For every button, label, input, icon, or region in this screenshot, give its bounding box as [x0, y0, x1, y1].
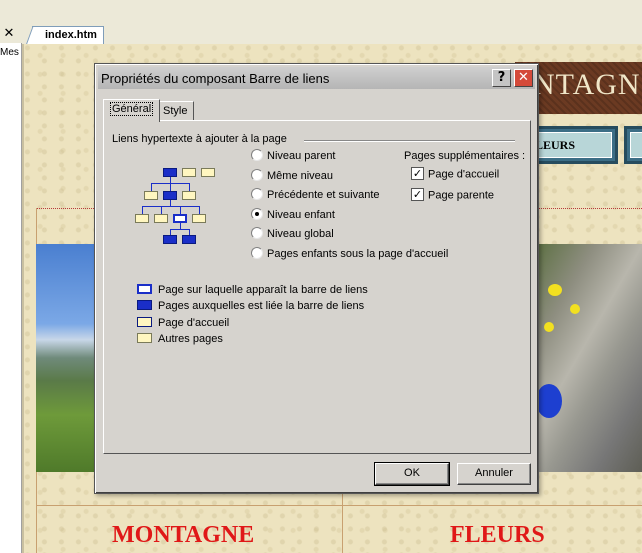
flower-yellow [570, 304, 580, 314]
diagram-connector [142, 206, 143, 214]
diagram-current-page [173, 214, 187, 223]
diagram-other-page [154, 214, 168, 223]
legend-item-linked-pages: Pages auxquelles est liée la barre de li… [137, 300, 364, 314]
diagram-home-page [163, 168, 177, 177]
radio-label: Niveau parent [267, 150, 336, 162]
radio-label: Niveau enfant [267, 209, 335, 221]
nav-button-label: LEURS [535, 138, 576, 152]
checkbox[interactable]: ✓ [411, 188, 424, 201]
cancel-button[interactable]: Annuler [457, 463, 531, 485]
diagram-connector [199, 206, 200, 214]
dialog-tabs: Général Style [103, 99, 531, 122]
flower-blue [536, 384, 562, 418]
folder-list-pane: Mes [0, 43, 22, 553]
group-divider [304, 140, 515, 142]
checkbox-page-parente[interactable]: ✓ Page parente [411, 188, 495, 203]
other-page-icon [137, 333, 152, 344]
radio-button-selected[interactable] [251, 208, 263, 221]
tab-general-label: Général [110, 102, 154, 116]
radio-niveau-enfant[interactable]: Niveau enfant [251, 208, 335, 223]
radio-label: Précédente et suivante [267, 189, 380, 201]
diagram-connector [161, 206, 162, 214]
radio-pages-enfants-accueil[interactable]: Pages enfants sous la page d'accueil [251, 247, 449, 262]
flower-yellow [548, 284, 562, 296]
caption-montagne: MONTAGNE [112, 522, 255, 548]
diagram-other-page [182, 168, 196, 177]
radio-precedente-suivante[interactable]: Précédente et suivante [251, 188, 380, 203]
radio-button[interactable] [251, 227, 263, 240]
legend-item-other-pages: Autres pages [137, 333, 223, 347]
radio-label: Pages enfants sous la page d'accueil [267, 248, 449, 260]
table-border [342, 494, 343, 553]
radio-niveau-parent[interactable]: Niveau parent [251, 149, 336, 164]
diagram-connector [151, 183, 152, 191]
tab-style-label: Style [163, 105, 188, 117]
legend-label: Page d'accueil [158, 317, 230, 329]
radio-label: Niveau global [267, 228, 334, 240]
diagram-other-page [144, 191, 158, 200]
checkbox-label: Page parente [428, 189, 495, 202]
dialog-title-bar[interactable]: Propriétés du composant Barre de liens ?… [98, 67, 535, 89]
diagram-other-page [182, 191, 196, 200]
linked-page-icon [137, 300, 152, 311]
current-page-icon [137, 284, 152, 295]
link-bar-properties-dialog: Propriétés du composant Barre de liens ?… [94, 63, 539, 494]
radio-button[interactable] [251, 149, 263, 162]
supplementary-pages-label: Pages supplémentaires : [404, 150, 526, 162]
checkbox-label: Page d'accueil [428, 168, 500, 181]
tab-general[interactable]: Général [103, 99, 161, 122]
flowers-photo [536, 244, 642, 472]
checkbox[interactable]: ✓ [411, 167, 424, 180]
editor-toolbar-area [0, 0, 642, 25]
diagram-other-page [201, 168, 215, 177]
diagram-connector [142, 206, 200, 207]
diagram-connector [189, 183, 190, 191]
ok-button[interactable]: OK [374, 462, 450, 486]
diagram-linked-page [182, 235, 196, 244]
folder-list-text: Mes [0, 47, 19, 58]
banner-text: NTAGN [533, 68, 641, 101]
close-pane-button[interactable]: ✕ [0, 25, 18, 43]
radio-niveau-global[interactable]: Niveau global [251, 227, 334, 242]
legend-item-home-page: Page d'accueil [137, 317, 229, 331]
nav-button-face [630, 132, 642, 158]
radio-button[interactable] [251, 247, 263, 260]
table-border [36, 505, 642, 506]
legend-label: Pages auxquelles est liée la barre de li… [158, 300, 365, 312]
ok-button-label: OK [404, 467, 420, 479]
radio-label: Même niveau [267, 170, 334, 182]
legend-label: Page sur laquelle apparaît la barre de l… [158, 284, 368, 296]
tab-index-htm[interactable]: index.htm [32, 26, 104, 44]
flower-yellow [544, 322, 554, 332]
cancel-button-label: Annuler [475, 467, 513, 479]
caption-fleurs: FLEURS [450, 522, 545, 548]
close-button[interactable]: ✕ [514, 69, 533, 87]
radio-meme-niveau[interactable]: Même niveau [251, 169, 334, 184]
legend-item-current-page: Page sur laquelle apparaît la barre de l… [137, 284, 368, 298]
radio-button[interactable] [251, 188, 263, 201]
radio-button[interactable] [251, 169, 263, 182]
nav-button-next[interactable] [624, 126, 642, 164]
help-button[interactable]: ? [492, 69, 511, 87]
diagram-connector [170, 229, 190, 230]
diagram-connector [180, 206, 181, 214]
diagram-linked-page [163, 191, 177, 200]
diagram-linked-page [163, 235, 177, 244]
mountain-photo [36, 244, 96, 472]
dialog-title: Propriétés du composant Barre de liens [101, 71, 330, 86]
diagram-other-page [192, 214, 206, 223]
home-page-icon [137, 317, 152, 328]
checkbox-page-accueil[interactable]: ✓ Page d'accueil [411, 167, 500, 182]
tab-style[interactable]: Style [156, 101, 195, 121]
diagram-other-page [135, 214, 149, 223]
legend-label: Autres pages [158, 333, 223, 345]
hyperlinks-group-label: Liens hypertexte à ajouter à la page [112, 133, 287, 145]
diagram-connector [170, 183, 171, 191]
